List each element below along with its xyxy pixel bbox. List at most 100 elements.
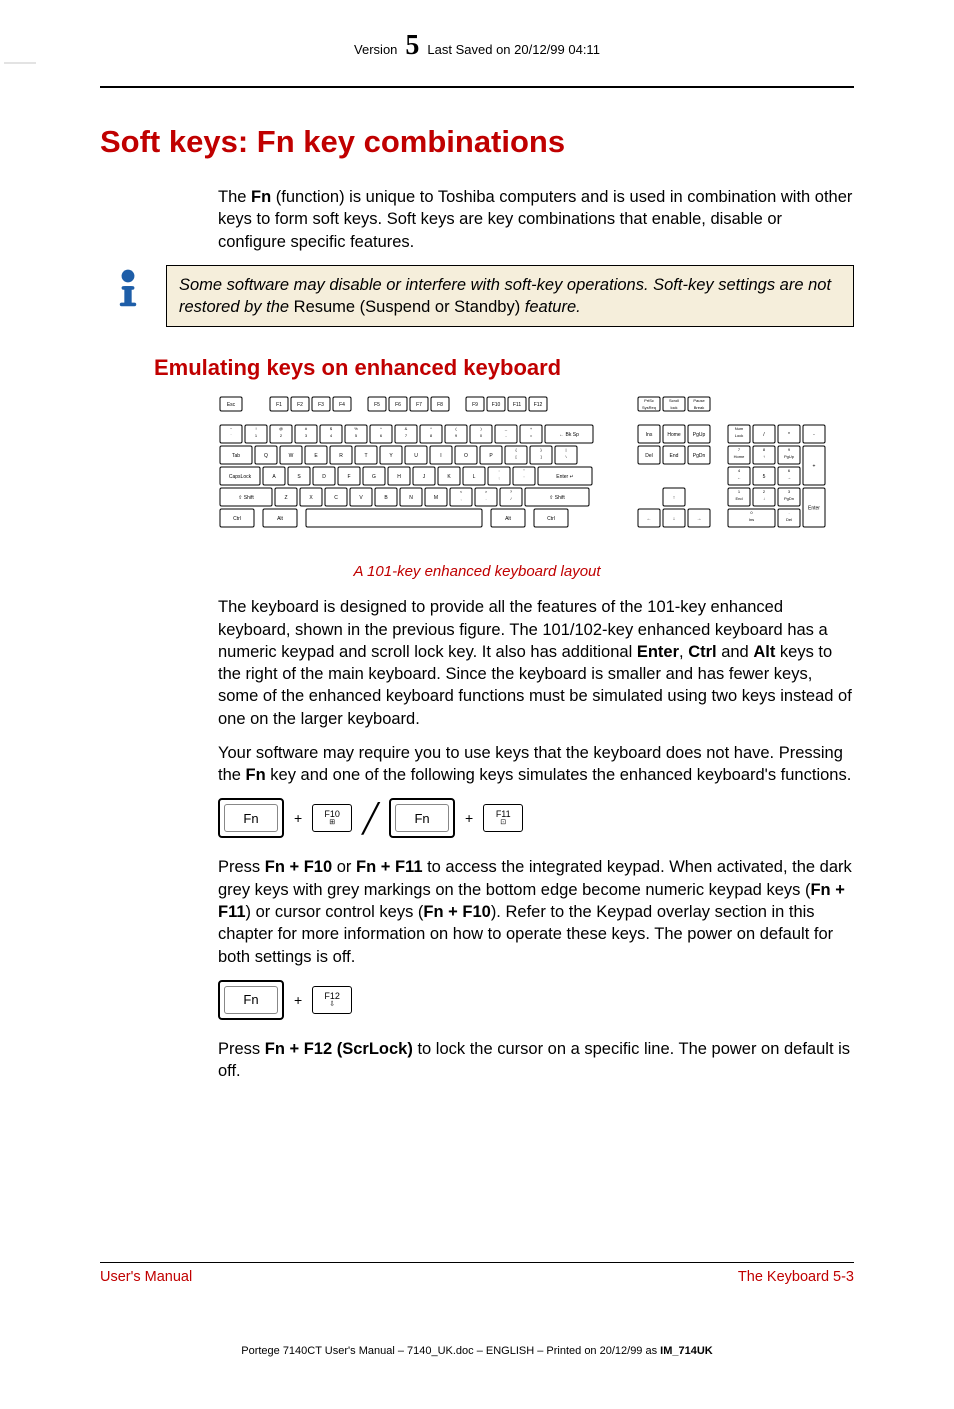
svg-text:F4: F4 [339,402,345,408]
keycombo-row-1: Fn + F10⊞ ╱ Fn + F11⊡ [218,798,854,838]
figure-caption: A 101-key enhanced keyboard layout [100,563,854,580]
key-label: Fn [243,992,258,1007]
svg-text:F8: F8 [437,402,443,408]
bold: Ctrl [688,643,716,661]
svg-text:→: → [787,475,791,480]
bold: Enter [637,643,679,661]
svg-text:G: G [372,474,376,480]
plus-icon: + [294,992,302,1008]
key-label: F12 [324,992,340,1001]
svg-text:lock: lock [670,405,677,410]
key-label: Fn [414,811,429,826]
svg-text:F2: F2 [297,402,303,408]
svg-text:Scroll: Scroll [669,398,679,403]
plus-icon: + [294,810,302,826]
svg-text:Ins: Ins [749,517,754,522]
svg-text:.: . [788,510,789,515]
page-header: Version 5 Last Saved on 20/12/99 04:11 [100,30,854,62]
svg-text:F7: F7 [416,402,422,408]
svg-text:Num: Num [735,426,744,431]
svg-text:PgUp: PgUp [693,432,706,438]
svg-text:C: C [334,495,338,501]
intro-paragraph: The Fn (function) is unique to Toshiba c… [218,186,854,253]
paragraph-4: Press Fn + F12 (ScrLock) to lock the cur… [218,1038,854,1083]
divider [100,86,854,88]
paragraph-2: Your software may require you to use key… [218,742,854,787]
key-label: F10 [324,810,340,819]
footer-left: User's Manual [100,1269,192,1285]
svg-text:Lock: Lock [735,433,743,438]
paragraph-3: Press Fn + F10 or Fn + F11 to access the… [218,856,854,967]
svg-text:Alt: Alt [505,516,511,522]
bold: Fn [246,766,266,784]
svg-text:F6: F6 [395,402,401,408]
svg-text:F12: F12 [534,402,543,408]
bold: Fn + F12 (ScrLock) [265,1040,413,1058]
svg-text:Z: Z [284,495,287,501]
section-heading: Emulating keys on enhanced keyboard [154,355,854,381]
key-label: Fn [243,811,258,826]
svg-text:H: H [397,474,401,480]
fn-key-icon: Fn [389,798,455,838]
svg-text:R: R [339,453,343,459]
svg-text:Ctrl: Ctrl [547,516,555,522]
page-title: Soft keys: Fn key combinations [100,124,854,160]
paragraph-1: The keyboard is designed to provide all … [218,596,854,730]
print-footer: Portege 7140CT User's Manual – 7140_UK.d… [0,1345,954,1357]
svg-text:End: End [670,453,679,459]
svg-text:M: M [434,495,438,501]
svg-text:↓: ↓ [763,496,765,501]
text: or [332,858,356,876]
svg-text:Pause: Pause [693,398,705,403]
svg-text:T: T [364,453,367,459]
text: Portege 7140CT User's Manual – 7140_UK.d… [241,1345,660,1357]
text: , [679,643,688,661]
svg-text:W: W [289,453,294,459]
svg-text:L: L [473,474,476,480]
keycombo-row-2: Fn + F12⇩ [218,980,854,1020]
svg-text:F1: F1 [276,402,282,408]
svg-text:PrtSc: PrtSc [644,398,654,403]
svg-text:F: F [347,474,350,480]
svg-text:5: 5 [763,474,766,480]
svg-text:Ins: Ins [646,432,653,438]
svg-text:&: & [405,426,408,431]
note-plain: Resume (Suspend or Standby) [294,298,521,316]
f10-key-icon: F10⊞ [312,804,352,832]
fn-bold: Fn [251,188,271,206]
text: key and one of the following keys simula… [266,766,852,784]
last-saved: Last Saved on 20/12/99 04:11 [427,42,600,57]
svg-text:Enter: Enter [808,506,820,512]
svg-text:PgDn: PgDn [784,496,794,501]
svg-text:%: % [354,426,358,431]
keyboard-layout-figure: EscF1F2F3F4F5F6F7F8F9F10F11F12PrtScSysRe… [218,395,828,555]
svg-text:PgUp: PgUp [784,454,795,459]
version-label: Version [354,42,397,57]
svg-text:Alt: Alt [277,516,283,522]
svg-text:←: ← [737,475,741,480]
svg-text:D: D [322,474,326,480]
svg-text:+: + [813,464,816,470]
bold: IM_714UK [660,1345,713,1357]
svg-text:@: @ [279,426,283,431]
svg-text:Esc: Esc [227,402,236,408]
svg-text:↑: ↑ [673,495,676,501]
svg-text:F10: F10 [492,402,501,408]
svg-text:F3: F3 [318,402,324,408]
text: Press [218,1040,265,1058]
text: The [218,188,251,206]
svg-text:← Bk Sp: ← Bk Sp [559,432,579,438]
svg-text:,: , [460,496,461,501]
svg-text:→: → [697,516,702,522]
svg-text:SysReq: SysReq [642,405,656,410]
svg-text:Break: Break [694,405,704,410]
info-box: Some software may disable or interfere w… [166,265,854,328]
svg-text:⇧ Shift: ⇧ Shift [549,495,565,501]
svg-text:|: | [565,447,566,452]
svg-text:^: ^ [380,426,382,431]
svg-text:⇧ Shift: ⇧ Shift [238,495,254,501]
page-footer: User's Manual The Keyboard 5-3 [100,1262,854,1285]
bold: Fn + F10 [265,858,332,876]
version-number: 5 [405,30,419,62]
svg-text:Home: Home [734,454,745,459]
